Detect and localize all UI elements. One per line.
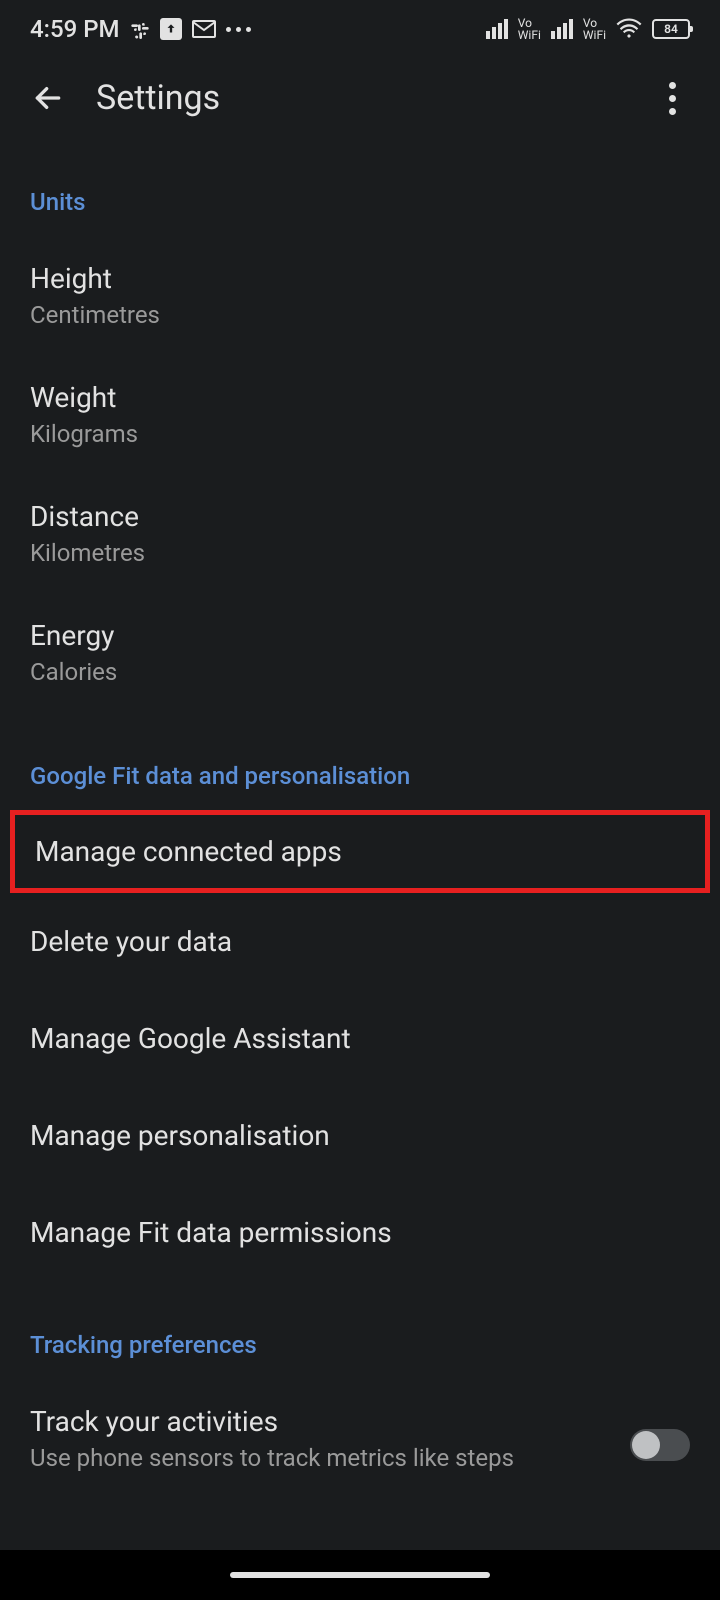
setting-title: Manage Google Assistant (30, 1022, 690, 1055)
status-time: 4:59 PM (30, 15, 120, 43)
arrow-left-icon (32, 82, 64, 114)
setting-title: Manage personalisation (30, 1119, 690, 1152)
home-indicator[interactable] (230, 1572, 490, 1578)
upload-icon (160, 18, 182, 40)
setting-manage-connected-apps[interactable]: Manage connected apps (15, 815, 705, 888)
setting-title: Weight (30, 381, 690, 414)
vowifi-bottom: WiFi (583, 29, 606, 41)
nav-bar (0, 1550, 720, 1600)
signal-icon-2 (551, 19, 573, 39)
setting-title: Track your activities (30, 1405, 610, 1438)
more-vert-icon (669, 82, 676, 115)
vowifi-bottom: WiFi (518, 29, 541, 41)
setting-subtitle: Kilometres (30, 539, 690, 567)
setting-weight[interactable]: Weight Kilograms (0, 355, 720, 474)
gmail-icon (192, 20, 216, 38)
setting-subtitle: Centimetres (30, 301, 690, 329)
setting-manage-personalisation[interactable]: Manage personalisation (0, 1087, 720, 1184)
page-title: Settings (96, 78, 624, 118)
setting-title: Delete your data (30, 925, 690, 958)
back-button[interactable] (30, 80, 66, 116)
status-right: Vo WiFi Vo WiFi 84 (486, 16, 690, 42)
setting-energy[interactable]: Energy Calories (0, 593, 720, 712)
setting-title: Height (30, 262, 690, 295)
battery-icon: 84 (652, 19, 690, 39)
setting-title: Energy (30, 619, 690, 652)
section-header-units: Units (0, 138, 720, 236)
setting-subtitle: Calories (30, 658, 690, 686)
setting-title: Manage Fit data permissions (30, 1216, 690, 1249)
setting-title: Manage connected apps (35, 835, 685, 868)
app-bar: Settings (0, 58, 720, 138)
status-left: 4:59 PM (30, 15, 251, 43)
setting-title: Distance (30, 500, 690, 533)
toggle-text: Track your activities Use phone sensors … (30, 1405, 610, 1472)
highlight-annotation: Manage connected apps (10, 810, 710, 893)
toggle-knob (632, 1431, 660, 1459)
setting-distance[interactable]: Distance Kilometres (0, 474, 720, 593)
setting-manage-fit-permissions[interactable]: Manage Fit data permissions (0, 1184, 720, 1281)
slack-icon (130, 19, 150, 39)
section-header-tracking: Tracking preferences (0, 1281, 720, 1379)
setting-manage-assistant[interactable]: Manage Google Assistant (0, 990, 720, 1087)
signal-icon-1 (486, 19, 508, 39)
toggle-switch[interactable] (630, 1429, 690, 1461)
wifi-icon (616, 16, 642, 42)
content: Units Height Centimetres Weight Kilogram… (0, 138, 720, 1492)
more-menu-button[interactable] (654, 80, 690, 116)
setting-subtitle: Kilograms (30, 420, 690, 448)
setting-subtitle: Use phone sensors to track metrics like … (30, 1444, 610, 1472)
vowifi-icon-2: Vo WiFi (583, 17, 606, 41)
setting-delete-data[interactable]: Delete your data (0, 893, 720, 990)
vowifi-icon-1: Vo WiFi (518, 17, 541, 41)
status-bar: 4:59 PM Vo WiFi Vo WiFi 84 (0, 0, 720, 58)
setting-track-activities[interactable]: Track your activities Use phone sensors … (0, 1379, 720, 1492)
more-notifications-icon (226, 27, 251, 32)
section-header-data: Google Fit data and personalisation (0, 712, 720, 810)
setting-height[interactable]: Height Centimetres (0, 236, 720, 355)
